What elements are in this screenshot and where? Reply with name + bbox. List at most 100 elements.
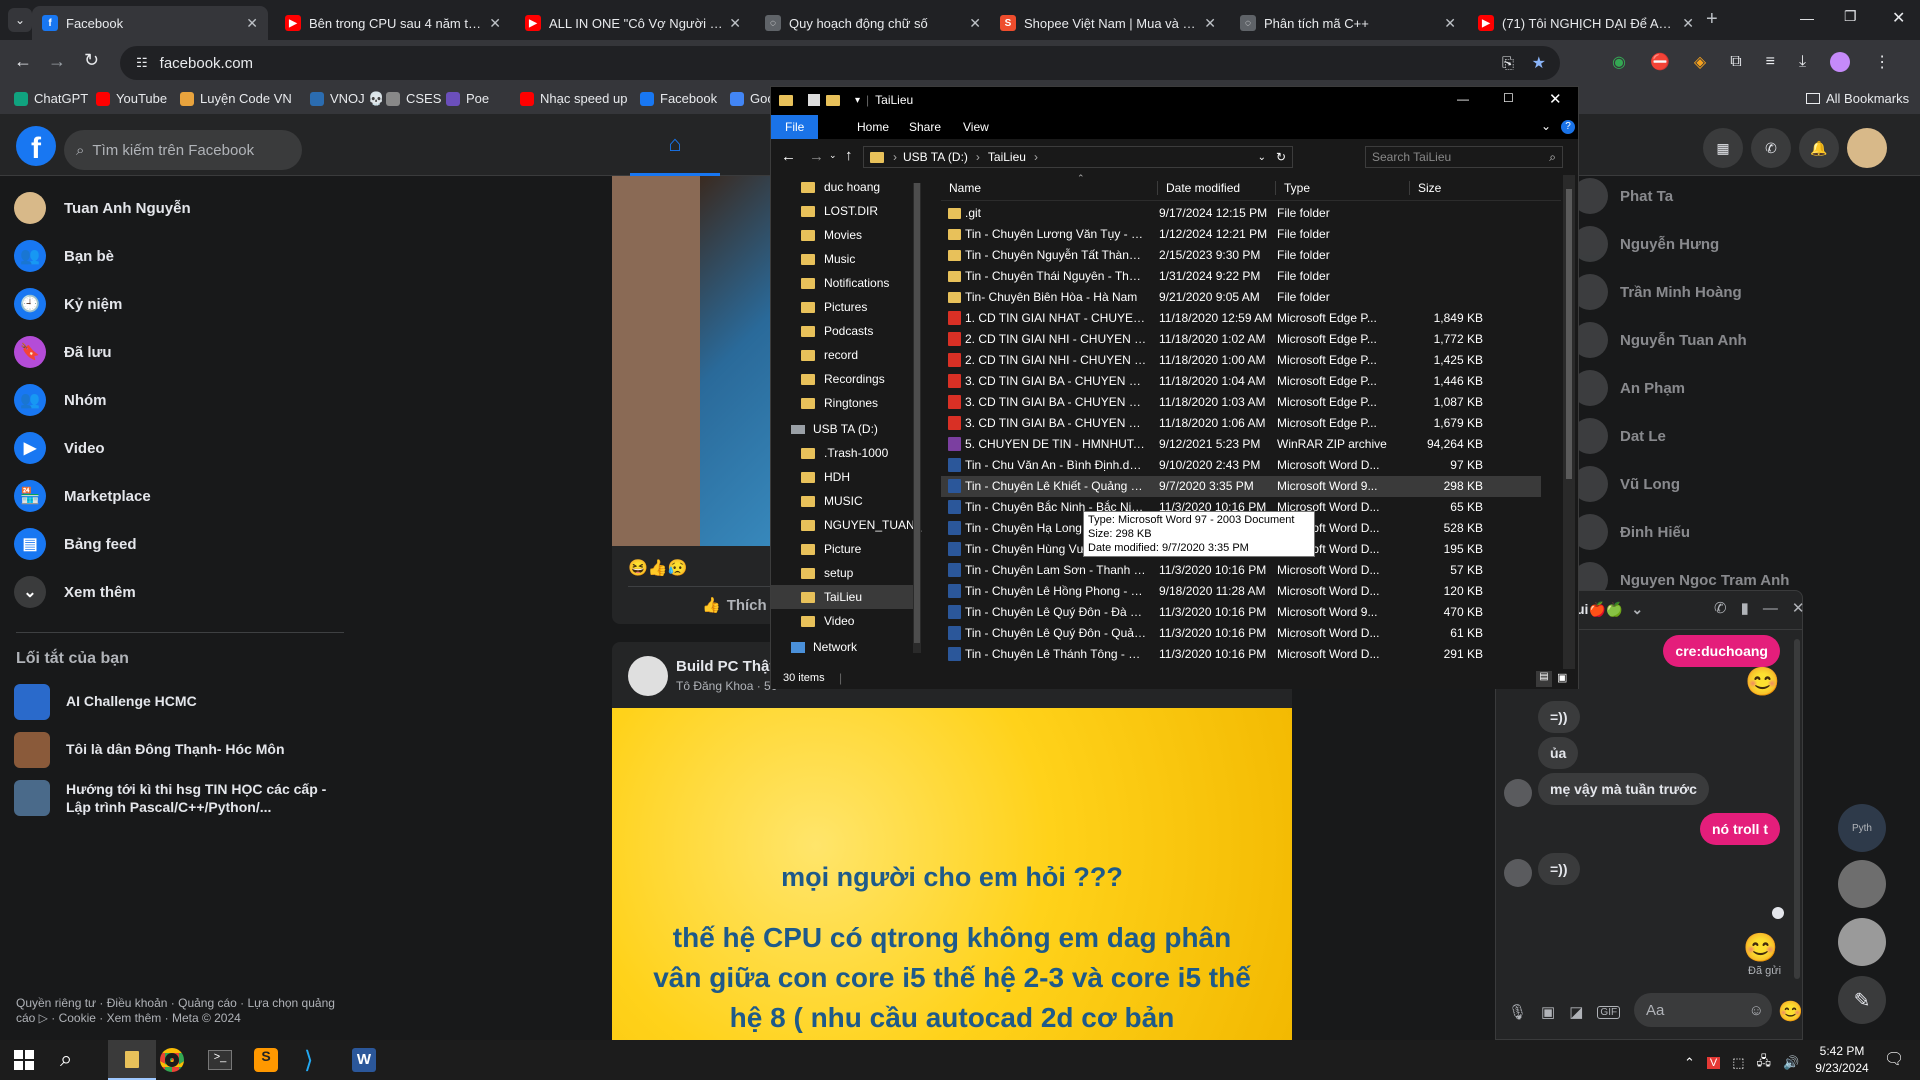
start-icon[interactable]	[14, 1050, 34, 1070]
extension-cookie-icon[interactable]: ◈	[1694, 52, 1706, 72]
bookmark-item[interactable]: YouTube	[96, 91, 167, 106]
chat-head-avatar[interactable]	[1838, 918, 1886, 966]
vietkey-icon[interactable]: V	[1706, 1057, 1721, 1069]
nav-tree-item[interactable]: .Trash-1000	[771, 441, 921, 465]
outgoing-message[interactable]: nó troll t	[1700, 813, 1780, 845]
expand-ribbon-icon[interactable]: ⌄	[1541, 119, 1551, 133]
minimize-chat-icon[interactable]: —	[1763, 600, 1778, 617]
chat-head-avatar[interactable]	[1838, 860, 1886, 908]
file-row[interactable]: 3. CD TIN GIAI BA - CHUYEN THAI BINH....…	[941, 413, 1541, 434]
nav-tree-item[interactable]: NGUYEN_TUAN_	[771, 513, 921, 537]
browser-tab[interactable]: ▶ (71) Tôi NGHỊCH DẠI Để Anh E ✕	[1468, 6, 1704, 40]
bookmark-star-icon[interactable]: ★	[1532, 53, 1546, 73]
recent-locations-icon[interactable]: ⌄	[829, 150, 837, 161]
path-segment-folder[interactable]: TaiLieu	[988, 150, 1026, 164]
file-row[interactable]: Tin - Chuyên Lam Sơn - Thanh Hóa.docx 11/…	[941, 560, 1541, 581]
nav-tree-item[interactable]: duc hoang	[771, 175, 921, 199]
shortcut-item[interactable]: Hướng tới kì thi hsg TIN HỌC các cấp - L…	[14, 780, 344, 816]
ribbon-tab-file[interactable]: File	[771, 115, 819, 139]
sidebar-item[interactable]: ⌄ Xem thêm	[14, 576, 136, 608]
voice-call-icon[interactable]: ✆	[1714, 599, 1727, 617]
nav-tree-item[interactable]: Movies	[771, 223, 921, 247]
file-row[interactable]: .git 9/17/2024 12:15 PM File folder	[941, 203, 1541, 224]
close-tab-icon[interactable]: ✕	[1682, 15, 1694, 32]
file-row[interactable]: Tin - Chuyên Lê Khiết - Quảng Ngãi.doc 9/…	[941, 476, 1541, 497]
page-avatar[interactable]	[628, 656, 668, 696]
sidebar-item[interactable]: ▤ Bảng feed	[14, 528, 137, 560]
vscode-icon[interactable]: ⟩	[304, 1046, 313, 1075]
video-call-icon[interactable]: ▮	[1741, 599, 1749, 617]
clock-time[interactable]: 5:42 PM	[1812, 1044, 1872, 1058]
facebook-logo[interactable]: f	[16, 126, 56, 166]
file-row[interactable]: Tin - Chuyên Lê Thánh Tông - Quảng Na...…	[941, 644, 1541, 665]
browser-tab[interactable]: ▶ Bên trong CPU sau 4 năm thảo ✕	[275, 6, 511, 40]
help-icon[interactable]: ?	[1561, 120, 1575, 134]
chrome-icon[interactable]	[160, 1048, 184, 1072]
new-tab-button[interactable]: +	[1706, 8, 1718, 31]
facebook-search-input[interactable]: ⌕ Tìm kiếm trên Facebook	[64, 130, 302, 170]
incoming-message[interactable]: =))	[1538, 853, 1580, 885]
bookmark-item[interactable]: Nhạc speed up	[520, 91, 627, 106]
nav-tree-item[interactable]: Ringtones	[771, 391, 921, 415]
ribbon-tab-view[interactable]: View	[949, 115, 1003, 139]
column-name[interactable]: Name	[949, 181, 981, 195]
nav-tree-item[interactable]: record	[771, 343, 921, 367]
close-tab-icon[interactable]: ✕	[729, 15, 741, 32]
terminal-icon[interactable]: >_	[208, 1050, 232, 1070]
chat-head-avatar[interactable]: Pyth	[1838, 804, 1886, 852]
file-row[interactable]: 3. CD TIN GIAI BA - CHUYEN HA LONG - ...…	[941, 371, 1541, 392]
extension-adblock-icon[interactable]: ⛔	[1650, 52, 1670, 72]
messenger-icon[interactable]: ✆	[1751, 128, 1791, 168]
nav-tree-item[interactable]: Music	[771, 247, 921, 271]
tray-app-icon[interactable]: ⬚	[1732, 1055, 1744, 1071]
quick-reaction-emoji[interactable]: 😊	[1778, 999, 1803, 1024]
volume-icon[interactable]: 🔊	[1783, 1055, 1799, 1071]
path-segment-drive[interactable]: USB TA (D:)	[903, 150, 968, 164]
sublime-icon[interactable]: S	[254, 1048, 278, 1072]
nav-pane-scrollbar[interactable]	[913, 183, 921, 653]
column-date[interactable]: Date modified	[1157, 181, 1240, 195]
file-row[interactable]: Tin - Chuyên Thái Nguyên - Thái Nguyên 1/…	[941, 266, 1541, 287]
sidebar-item[interactable]: 🔖 Đã lưu	[14, 336, 112, 368]
post-page-name[interactable]: Build PC Thật	[676, 658, 774, 675]
image-icon[interactable]: ▣	[1541, 1003, 1555, 1021]
outgoing-message[interactable]: cre:duchoang	[1663, 635, 1780, 667]
browser-tab[interactable]: ◌ Quy hoạch động chữ số ✕	[755, 6, 991, 40]
file-row[interactable]: 5. CHUYEN DE TIN - HMNHUT.zip 9/12/2021 5…	[941, 434, 1541, 455]
nav-tree-item[interactable]: USB TA (D:)	[771, 417, 921, 441]
sidebar-item[interactable]: ▶ Video	[14, 432, 105, 464]
hidden-icons-chevron-icon[interactable]: ⌃	[1684, 1055, 1695, 1071]
column-size[interactable]: Size	[1409, 181, 1441, 195]
column-type[interactable]: Type	[1275, 181, 1310, 195]
file-row[interactable]: 2. CD TIN GIAI NHI - CHUYEN BIEN HOA ...…	[941, 329, 1541, 350]
menu-icon[interactable]: ⋮	[1874, 52, 1890, 72]
bookmark-item[interactable]: Facebook	[640, 91, 717, 106]
bookmark-item[interactable]: Poe	[446, 91, 489, 106]
incoming-message[interactable]: =))	[1538, 701, 1580, 733]
site-info-icon[interactable]: ☷	[136, 55, 148, 71]
path-dropdown-icon[interactable]: ⌄	[1258, 152, 1266, 163]
notification-center-icon[interactable]: 🗨	[1884, 1049, 1904, 1069]
nav-tree-item[interactable]: Notifications	[771, 271, 921, 295]
microphone-icon[interactable]: 🎙	[1508, 1003, 1527, 1021]
chat-message-input[interactable]: Aa ☺	[1634, 993, 1772, 1027]
close-tab-icon[interactable]: ✕	[969, 15, 981, 32]
nav-tree-item[interactable]: Picture	[771, 537, 921, 561]
browser-tab[interactable]: ◌ Phân tích mã C++ ✕	[1230, 6, 1466, 40]
bookmark-item[interactable]: ChatGPT	[14, 91, 88, 106]
post-content-image[interactable]: mọi người cho em hỏi ??? thế hệ CPU có q…	[612, 708, 1292, 1052]
shortcut-item[interactable]: Tôi là dân Đông Thạnh- Hóc Môn	[14, 732, 344, 768]
word-icon[interactable]: W	[352, 1048, 376, 1072]
sticker-icon[interactable]: ◪	[1569, 1003, 1583, 1021]
download-icon[interactable]: ⤓	[1799, 53, 1806, 71]
close-button[interactable]: ✕	[1549, 90, 1562, 108]
outgoing-message[interactable]: 😊	[1745, 665, 1780, 698]
nav-tree-item[interactable]: TaiLieu	[771, 585, 921, 609]
bookmark-item[interactable]: CSES	[386, 91, 441, 106]
close-tab-icon[interactable]: ✕	[489, 15, 501, 32]
profile-avatar[interactable]	[1830, 52, 1851, 72]
maximize-button[interactable]: ☐	[1503, 91, 1514, 105]
file-list-scrollbar[interactable]	[1563, 175, 1575, 669]
back-icon[interactable]: ←	[781, 148, 796, 165]
new-message-button[interactable]: ✎	[1838, 976, 1886, 1024]
